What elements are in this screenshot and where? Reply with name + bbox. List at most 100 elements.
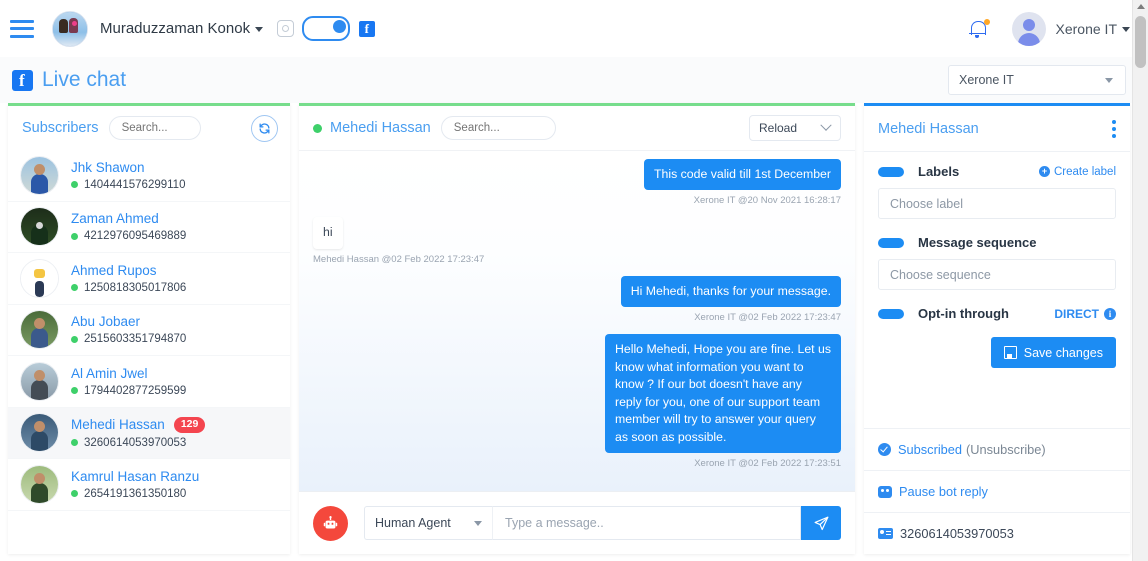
- labels-toggle[interactable]: [878, 166, 904, 177]
- avatar: [20, 207, 59, 247]
- list-item[interactable]: Al Amin Jwel 1794402877259599: [8, 356, 290, 408]
- check-circle-icon: [878, 443, 891, 456]
- chevron-down-icon: [1105, 77, 1113, 83]
- list-item[interactable]: Ahmed Rupos 1250818305017806: [8, 253, 290, 305]
- page-filter-value: Xerone IT: [959, 73, 1014, 87]
- chat-search-input[interactable]: [440, 116, 556, 140]
- subscribers-list[interactable]: Jhk Shawon 1404441576299110 Zaman Ahmed …: [8, 150, 290, 554]
- labels-label: Labels: [918, 164, 960, 179]
- list-item[interactable]: Abu Jobaer 2515603351794870: [8, 305, 290, 356]
- online-status-icon: [71, 181, 78, 189]
- subscriber-name: Kamrul Hasan Ranzu: [71, 468, 200, 484]
- details-body: Labels + Create label Choose label Messa…: [864, 152, 1130, 428]
- page-name-label: Muraduzzaman Konok: [100, 20, 251, 37]
- message-bubble: hi: [313, 217, 343, 249]
- save-button[interactable]: Save changes: [990, 337, 1116, 368]
- reload-select[interactable]: Reload: [749, 115, 841, 141]
- subscriber-id: 1794402877259599: [84, 384, 187, 397]
- page-subheader: Live chat Xerone IT: [0, 57, 1148, 103]
- message-bubble: Hi Mehedi, thanks for your message.: [620, 275, 841, 308]
- subscriber-id: 4212976095469889: [84, 230, 187, 243]
- subscriber-details-panel: Mehedi Hassan Labels + Create label Choo…: [864, 103, 1130, 554]
- subscriber-name: Zaman Ahmed: [71, 211, 159, 227]
- subscribers-panel: Subscribers Jhk Shawon 1404441576299110: [8, 103, 290, 554]
- subscribers-title: Subscribers: [22, 120, 99, 136]
- optin-toggle[interactable]: [878, 308, 904, 319]
- subscriber-name: Mehedi Hassan: [71, 417, 165, 433]
- online-status-icon: [71, 490, 78, 498]
- hamburger-menu-icon[interactable]: [10, 19, 34, 38]
- optin-label: Opt-in through: [918, 306, 1009, 321]
- agent-select-value: Human Agent: [375, 516, 451, 530]
- page-title: Live chat: [12, 68, 126, 92]
- subscribed-text: Subscribed: [898, 442, 963, 457]
- info-icon[interactable]: i: [1104, 307, 1116, 320]
- subscriber-name: Jhk Shawon: [71, 159, 145, 175]
- message-bubble: Hello Mehedi, Hope you are fine. Let us …: [605, 334, 841, 454]
- subscriber-id: 1404441576299110: [84, 178, 186, 191]
- sequence-toggle[interactable]: [878, 237, 904, 248]
- online-status-icon: [71, 335, 78, 343]
- message-composer: Human Agent: [299, 491, 855, 554]
- message-timestamp: Xerone IT @02 Feb 2022 17:23:47: [694, 312, 841, 324]
- choose-sequence-input[interactable]: Choose sequence: [878, 259, 1116, 290]
- robot-icon[interactable]: [313, 505, 348, 541]
- chevron-down-icon: [474, 520, 482, 526]
- choose-label-input[interactable]: Choose label: [878, 188, 1116, 219]
- instagram-icon[interactable]: [277, 20, 295, 37]
- top-navigation-bar: Muraduzzaman Konok Xerone IT: [0, 0, 1148, 57]
- avatar[interactable]: [1011, 11, 1046, 46]
- scrollbar-thumb[interactable]: [1135, 16, 1146, 68]
- message-row: Hi Mehedi, thanks for your message. Xero…: [313, 275, 841, 332]
- agent-select[interactable]: Human Agent: [364, 506, 492, 540]
- sequence-row: Message sequence: [878, 235, 1116, 250]
- list-item[interactable]: Zaman Ahmed 4212976095469889: [8, 202, 290, 253]
- pause-bot-row[interactable]: Pause bot reply: [864, 470, 1130, 512]
- create-label-button[interactable]: + Create label: [1038, 165, 1116, 178]
- create-label-text: Create label: [1053, 165, 1116, 178]
- list-item[interactable]: Kamrul Hasan Ranzu 2654191361350180: [8, 459, 290, 511]
- subscriber-name: Al Amin Jwel: [71, 365, 148, 381]
- message-row: Hello Mehedi, Hope you are fine. Let us …: [313, 334, 841, 478]
- avatar: [20, 258, 59, 298]
- plus-circle-icon: +: [1038, 166, 1050, 177]
- online-status-icon: [71, 439, 78, 447]
- more-options-icon[interactable]: [1112, 119, 1116, 138]
- user-menu[interactable]: Xerone IT: [1056, 21, 1130, 37]
- optin-value-group: DIRECT i: [1054, 307, 1116, 321]
- send-icon[interactable]: [801, 506, 841, 540]
- pause-bot-text: Pause bot reply: [899, 484, 988, 499]
- message-timestamp: Xerone IT @02 Feb 2022 17:23:51: [694, 458, 841, 470]
- list-item[interactable]: Jhk Shawon 1404441576299110: [8, 150, 290, 202]
- unread-badge: 129: [173, 416, 206, 433]
- notification-bell-icon[interactable]: [968, 17, 990, 41]
- subscriber-id: 2654191361350180: [84, 487, 187, 500]
- refresh-icon[interactable]: [251, 114, 278, 142]
- unsubscribe-link[interactable]: (Unsubscribe): [966, 442, 1046, 457]
- facebook-icon[interactable]: [359, 20, 376, 37]
- list-item-selected[interactable]: Mehedi Hassan 129 3260614053970053: [8, 407, 290, 459]
- robot-icon: [878, 485, 892, 498]
- user-name-label: Xerone IT: [1055, 20, 1117, 37]
- chevron-down-icon: [1122, 27, 1130, 33]
- reload-select-value: Reload: [759, 121, 798, 135]
- subscribers-search-input[interactable]: [108, 116, 201, 140]
- online-status-icon: [313, 123, 322, 133]
- avatar: [20, 155, 59, 195]
- subscriber-id-text: 3260614053970053: [900, 526, 1014, 541]
- optin-value: DIRECT: [1054, 306, 1099, 321]
- page-title-label: Live chat: [42, 68, 127, 91]
- subscribers-header: Subscribers: [8, 106, 290, 150]
- message-input[interactable]: [492, 506, 801, 540]
- page-filter-select[interactable]: Xerone IT: [948, 65, 1126, 95]
- save-row: Save changes: [878, 337, 1116, 368]
- subscriber-id: 3260614053970053: [84, 436, 187, 449]
- browser-scrollbar[interactable]: [1132, 0, 1148, 561]
- channel-toggle[interactable]: [302, 16, 351, 41]
- subscriber-id-row: 3260614053970053: [864, 512, 1130, 554]
- scroll-up-arrow-icon[interactable]: [1137, 4, 1145, 9]
- page-selector[interactable]: Muraduzzaman Konok: [100, 20, 264, 37]
- message-list[interactable]: This code valid till 1st December Xerone…: [299, 151, 855, 491]
- message-row: hi Mehedi Hassan @02 Feb 2022 17:23:47: [313, 217, 841, 273]
- message-bubble: This code valid till 1st December: [643, 159, 841, 191]
